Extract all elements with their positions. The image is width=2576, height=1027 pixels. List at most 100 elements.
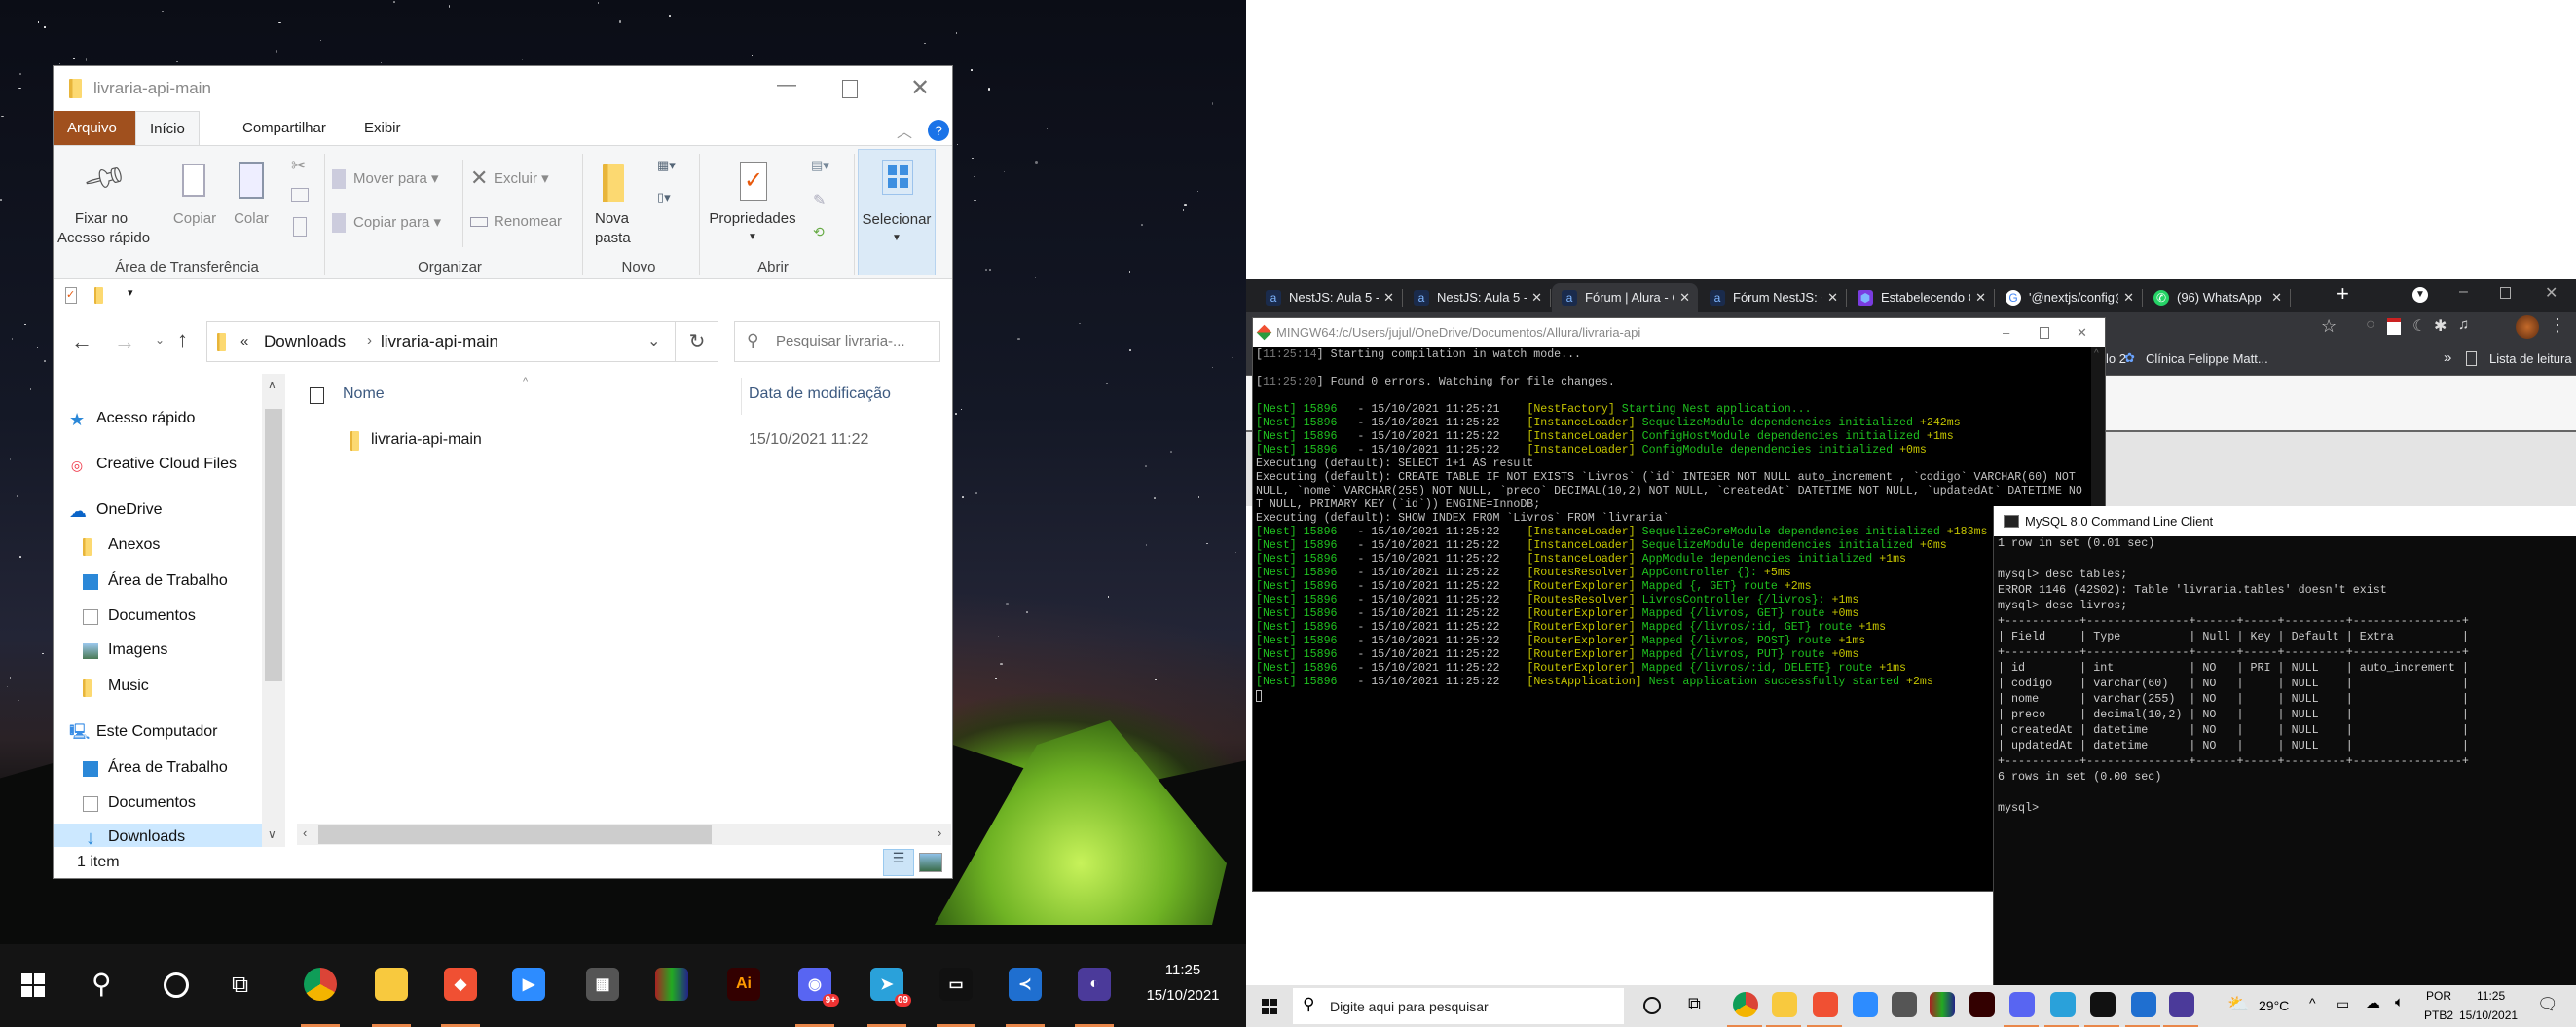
nav-item[interactable]: Anexos [54,532,262,563]
column-header-modified[interactable]: Data de modificação [749,385,891,403]
edit-icon[interactable]: ✎ [813,191,826,210]
profile-shield-icon[interactable]: ▼ [2412,287,2428,303]
details-view-icon[interactable]: ☰ [883,849,914,876]
close-tab-icon[interactable]: ✕ [1679,283,1690,312]
copy-path-icon[interactable] [291,188,309,202]
nav-item[interactable]: Documentos [54,789,262,821]
tab-inicio[interactable]: Início [135,111,200,146]
vscode-taskbar-icon[interactable] [2131,992,2156,1017]
discord-taskbar-icon[interactable]: ◉ 9+ [798,968,839,1007]
close-tab-icon[interactable]: ✕ [2271,283,2282,312]
zoom-taskbar-icon[interactable] [1853,992,1878,1017]
git-taskbar-icon[interactable]: ◆ [444,968,477,1001]
telegram-taskbar-icon[interactable] [2050,992,2076,1017]
weather-icon[interactable]: ⛅ [2227,994,2249,1014]
scrollbar-thumb[interactable] [318,825,712,844]
reading-list-icon[interactable] [2466,351,2477,366]
task-view-icon[interactable]: ⧉ [1688,994,1701,1014]
maximize-button[interactable] [842,80,858,98]
title-bar[interactable]: livraria-api-main — ✕ [54,66,952,111]
tab-compartilhar[interactable]: Compartilhar [229,111,340,145]
browser-tab[interactable]: a Fórum NestJS: Cr ✕ [1700,283,1846,312]
network-icon[interactable]: ☁ [2366,994,2380,1011]
column-divider[interactable] [741,378,742,415]
open-icon[interactable]: ▤▾ [811,158,829,173]
breadcrumb-downloads[interactable]: Downloads [264,332,346,351]
minimize-button[interactable]: – [2459,283,2468,301]
column-header-name[interactable]: Nome [343,385,385,403]
nav-item[interactable]: ↓ Downloads [54,824,262,847]
nav-item[interactable]: Documentos [54,603,262,634]
bookmark-item[interactable]: lo 2 [2106,351,2126,366]
large-icons-view-icon[interactable] [919,853,942,872]
media-icon[interactable]: ♫ [2458,316,2469,333]
keyboard-layout[interactable]: PTB2 [2424,1009,2453,1022]
new-folder-icon[interactable] [94,287,103,304]
mysql-terminal-taskbar-icon[interactable] [2090,992,2116,1017]
terminal-title-bar[interactable]: MINGW64:/c/Users/jujul/OneDrive/Document… [1253,318,2105,347]
properties-button[interactable]: ✓ Propriedades ▼ [708,152,797,254]
bookmark-item[interactable]: Clínica Felippe Matt... [2146,351,2268,366]
discord-taskbar-icon[interactable] [2009,992,2035,1017]
cut-icon[interactable]: ✂ [291,156,306,176]
reading-list-button[interactable]: Lista de leitura [2489,351,2572,366]
bookmarks-overflow-button[interactable]: » [2444,349,2451,366]
scroll-left-icon[interactable]: ‹ [303,825,307,840]
clock-time[interactable]: 11:25 [1149,962,1217,978]
extension-calendar-icon[interactable] [2387,318,2401,335]
start-button[interactable] [21,973,45,997]
customize-toolbar-icon[interactable]: ▾ [128,286,133,299]
nav-item[interactable]: Área de Trabalho [54,568,262,599]
calculator-taskbar-icon[interactable] [1892,992,1917,1017]
history-icon[interactable]: ⟲ [813,224,825,240]
scroll-right-icon[interactable]: › [938,825,941,840]
file-row[interactable]: livraria-api-main 15/10/2021 11:22 [297,426,949,456]
mysql-title-bar[interactable]: MySQL 8.0 Command Line Client [1994,506,2576,536]
search-input[interactable]: ⚲ Pesquisar livraria-... [734,321,940,362]
browser-tab[interactable]: a NestJS: Aula 5 - A ✕ [1256,283,1402,312]
telegram-taskbar-icon[interactable]: ➤ 09 [870,968,911,1007]
bookmark-star-icon[interactable]: ☆ [2321,316,2337,337]
maximize-button[interactable] [2040,327,2049,339]
browser-tab[interactable]: ⬢ Estabelecendo Co ✕ [1848,283,1994,312]
winrar-taskbar-icon[interactable] [655,968,688,1001]
git-taskbar-icon[interactable] [1813,992,1838,1017]
app-taskbar-icon[interactable] [2169,992,2194,1017]
mysql-output[interactable]: 1 row in set (0.01 sec) mysql> desc table… [1998,535,2572,983]
weather-temperature[interactable]: 29°C [2259,998,2289,1013]
restore-button[interactable] [2500,287,2511,299]
file-explorer-taskbar-icon[interactable] [1772,992,1797,1017]
scroll-up-icon[interactable]: ∧ [268,378,276,391]
address-bar[interactable]: « Downloads › livraria-api-main ⌄ ↻ [206,321,718,362]
browser-tab[interactable]: G '@nextjs/config@ ✕ [1996,283,2142,312]
paste-button[interactable]: Colar [227,152,276,254]
browser-tab[interactable]: a Fórum | Alura - C ✕ [1552,283,1698,312]
start-button[interactable] [1262,999,1277,1014]
close-button[interactable]: ✕ [2545,283,2558,303]
close-tab-icon[interactable]: ✕ [1383,283,1394,312]
extension-icon[interactable]: ☾ [2412,316,2426,336]
cortana-icon[interactable] [1643,997,1661,1014]
paste-shortcut-icon[interactable] [293,217,307,237]
vscode-taskbar-icon[interactable]: ≺ [1009,968,1042,1001]
pin-quick-access-button[interactable]: 📌︎ Fixar no Acesso rápido [57,152,150,254]
clock-date[interactable]: 15/10/2021 [2459,1009,2518,1022]
scrollbar-thumb[interactable] [265,409,282,681]
address-dropdown-icon[interactable]: ⌄ [647,331,660,350]
easy-access-icon[interactable]: ▯▾ [657,190,671,205]
chrome-taskbar-icon[interactable] [304,968,337,1001]
menu-kebab-icon[interactable]: ⋮ [2549,315,2566,336]
help-icon[interactable]: ? [928,120,949,141]
nav-item[interactable]: ◎ Creative Cloud Files [54,451,262,482]
select-all-checkbox[interactable] [310,387,324,404]
calculator-taskbar-icon[interactable]: ▦ [586,968,619,1001]
mysql-terminal-taskbar-icon[interactable]: ▭ [939,968,973,1001]
new-tab-button[interactable]: + [2337,281,2349,307]
browser-tab[interactable]: a NestJS: Aula 5 - A ✕ [1404,283,1550,312]
notifications-icon[interactable]: 🗨︎ [2537,995,2558,1014]
volume-icon[interactable]: 🔈︎ [2395,994,2404,1010]
winrar-taskbar-icon[interactable] [1930,992,1955,1017]
file-explorer-taskbar-icon[interactable] [375,968,408,1001]
horizontal-scrollbar[interactable]: ‹ › [297,824,951,845]
close-tab-icon[interactable]: ✕ [1531,283,1542,312]
